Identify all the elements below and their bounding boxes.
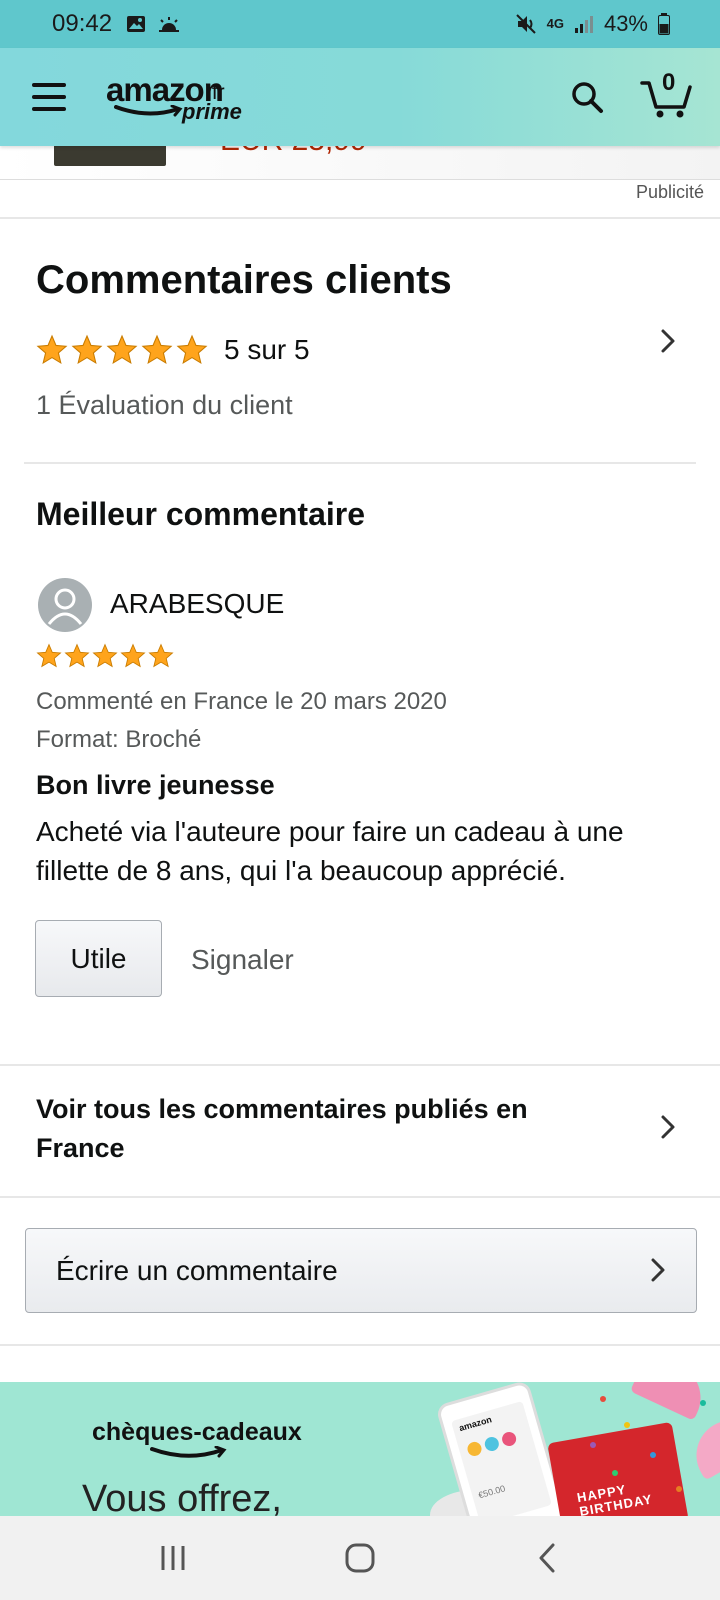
- user-icon: [47, 588, 83, 625]
- smile-arrow-icon: [114, 105, 183, 117]
- divider: [0, 1344, 720, 1346]
- ad-label: Publicité: [635, 182, 704, 202]
- app-header: amazon .fr prime 0: [0, 48, 720, 146]
- star-icon: [148, 643, 174, 668]
- useful-button[interactable]: Utile: [35, 920, 162, 997]
- mute-icon: [515, 13, 537, 35]
- rating-summary[interactable]: 5 sur 5: [36, 334, 310, 366]
- chevron-right-icon: [650, 1257, 666, 1290]
- back-button[interactable]: [507, 1528, 587, 1588]
- review-format[interactable]: Format: Broché: [36, 726, 201, 754]
- gift-card-banner[interactable]: chèques-cadeaux Vous offrez, amazon €50.…: [0, 1382, 720, 1516]
- chevron-right-icon[interactable]: [660, 1114, 676, 1145]
- review-body: Acheté via l'auteure pour faire un cadea…: [36, 816, 624, 886]
- smile-arrow-icon: [150, 1446, 227, 1458]
- reviewer-name[interactable]: ARABESQUE: [110, 588, 284, 620]
- star-icon: [92, 643, 118, 668]
- write-review-button[interactable]: Écrire un commentaire: [25, 1228, 697, 1313]
- report-link[interactable]: Signaler: [191, 944, 294, 976]
- divider: [24, 462, 696, 464]
- back-icon: [539, 1543, 555, 1573]
- signal-icon: [574, 14, 594, 34]
- home-button[interactable]: [320, 1528, 400, 1588]
- battery-percent: 43%: [603, 11, 648, 36]
- banner-headline: Vous offrez,: [82, 1478, 282, 1516]
- review-date: Commenté en France le 20 mars 2020: [36, 688, 447, 715]
- home-icon: [345, 1543, 375, 1573]
- customer-reviews-title: Commentaires clients: [36, 258, 452, 302]
- phone-amount-label: €50.00: [477, 1483, 507, 1501]
- ad-product-image[interactable]: [54, 146, 166, 166]
- star-icon: [106, 334, 138, 365]
- battery-icon: [658, 13, 670, 35]
- sponsored-product-strip[interactable]: EUR 25,99: [0, 146, 720, 180]
- review-headline: Bon livre jeunesse: [36, 770, 275, 800]
- status-bar: 09:42 4G 43%: [0, 0, 720, 48]
- write-review-label: Écrire un commentaire: [56, 1254, 338, 1286]
- ad-price: EUR 25,99: [220, 146, 367, 158]
- amazon-prime-logo[interactable]: amazon .fr prime: [106, 67, 266, 127]
- recent-apps-icon: [161, 1546, 185, 1570]
- system-nav-bar: [0, 1516, 720, 1600]
- banner-brand: chèques-cadeaux: [92, 1418, 302, 1446]
- star-icon: [36, 643, 62, 668]
- search-icon[interactable]: [570, 80, 604, 114]
- gift-card-text: HAPPY BIRTHDAY: [575, 1481, 654, 1516]
- status-time: 09:42: [52, 10, 113, 37]
- star-icon: [141, 334, 173, 365]
- menu-icon[interactable]: [32, 83, 66, 111]
- avatar: [38, 578, 92, 632]
- rating-text: 5 sur 5: [224, 334, 310, 365]
- see-all-reviews-link[interactable]: Voir tous les commentaires publiés en Fr…: [36, 1090, 596, 1168]
- cart-count: 0: [662, 69, 676, 96]
- star-rating: [36, 334, 208, 366]
- star-icon: [36, 334, 68, 365]
- gift-card-illustration: HAPPY BIRTHDAY: [547, 1421, 689, 1516]
- star-icon: [120, 643, 146, 668]
- rating-count: 1 Évaluation du client: [36, 390, 293, 420]
- divider: [0, 1064, 720, 1066]
- chevron-right-icon[interactable]: [660, 328, 676, 359]
- star-icon: [64, 643, 90, 668]
- star-icon: [176, 334, 208, 365]
- gallery-notification-icon: [126, 15, 146, 33]
- divider: [0, 1196, 720, 1198]
- weather-icon: [158, 16, 180, 32]
- phone-brand-label: amazon: [457, 1414, 493, 1434]
- recent-apps-button[interactable]: [133, 1528, 213, 1588]
- top-review-title: Meilleur commentaire: [36, 496, 365, 532]
- review-star-rating: [36, 643, 174, 669]
- star-icon: [71, 334, 103, 365]
- network-type: 4G: [546, 16, 564, 31]
- divider: [0, 217, 720, 219]
- cart-button[interactable]: 0: [640, 69, 694, 119]
